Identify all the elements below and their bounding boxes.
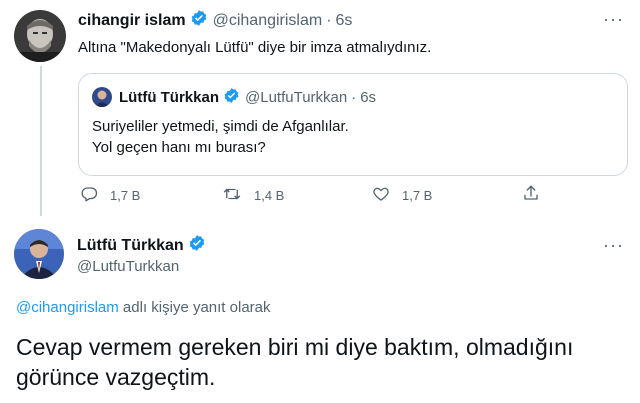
tweet1-header: cihangir islam @cihangirislam · 6s — [78, 9, 352, 32]
reply-mention-link[interactable]: @cihangirislam — [16, 299, 119, 316]
separator-dot: · — [351, 89, 357, 106]
verified-badge-icon — [188, 234, 206, 257]
like-count: 1,7 B — [402, 188, 433, 203]
heart-icon — [372, 185, 402, 206]
separator-dot: · — [326, 11, 332, 29]
quote-author-name: Lütfü Türkkan — [119, 89, 219, 106]
more-options-icon[interactable]: ··· — [603, 236, 624, 254]
reply-context: @cihangirislam adlı kişiye yanıt olarak — [16, 299, 271, 316]
reply-icon — [80, 185, 110, 206]
retweet-count: 1,4 B — [254, 188, 285, 203]
thread-line — [40, 66, 42, 216]
quote-text-line1: Suriyeliler yetmedi, şimdi de Afganlılar… — [92, 118, 349, 135]
reply-button[interactable]: 1,7 B — [80, 185, 140, 206]
avatar-lutfu-small — [92, 87, 112, 107]
tweet1-handle[interactable]: @cihangirislam — [213, 12, 323, 30]
quote-header: Lütfü Türkkan @LutfuTurkkan · 6s — [119, 87, 376, 108]
quote-text-line2: Yol geçen hanı mı burası? — [92, 139, 266, 156]
quote-handle: @LutfuTurkkan — [245, 89, 348, 106]
tweet1-text: Altına "Makedonyalı Lütfü" diye bir imza… — [78, 39, 432, 56]
quote-timestamp: 6s — [360, 89, 377, 106]
tweet1-author-name[interactable]: cihangir islam — [78, 12, 186, 30]
tweet2-header: Lütfü Türkkan — [77, 234, 211, 257]
tweet2-text: Cevap vermem gereken biri mi diye baktım… — [16, 334, 574, 390]
like-button[interactable]: 1,7 B — [372, 185, 432, 206]
share-icon — [522, 184, 552, 205]
share-button[interactable] — [522, 184, 552, 205]
retweet-icon — [222, 185, 254, 206]
more-options-icon[interactable]: ··· — [603, 10, 624, 28]
verified-badge-icon — [223, 87, 240, 108]
reply-count: 1,7 B — [110, 188, 141, 203]
quoted-tweet[interactable]: Lütfü Türkkan @LutfuTurkkan · 6s Suriyel… — [78, 73, 628, 176]
tweet2-author-name[interactable]: Lütfü Türkkan — [77, 237, 184, 255]
avatar-cihangir[interactable] — [14, 10, 66, 62]
tweet2-handle[interactable]: @LutfuTurkkan — [77, 258, 179, 275]
retweet-button[interactable]: 1,4 B — [222, 185, 284, 206]
tweet1-timestamp[interactable]: 6s — [336, 12, 353, 30]
avatar-lutfu[interactable] — [14, 229, 64, 279]
verified-badge-icon — [190, 9, 208, 32]
reply-context-text: adlı kişiye yanıt olarak — [118, 299, 271, 316]
